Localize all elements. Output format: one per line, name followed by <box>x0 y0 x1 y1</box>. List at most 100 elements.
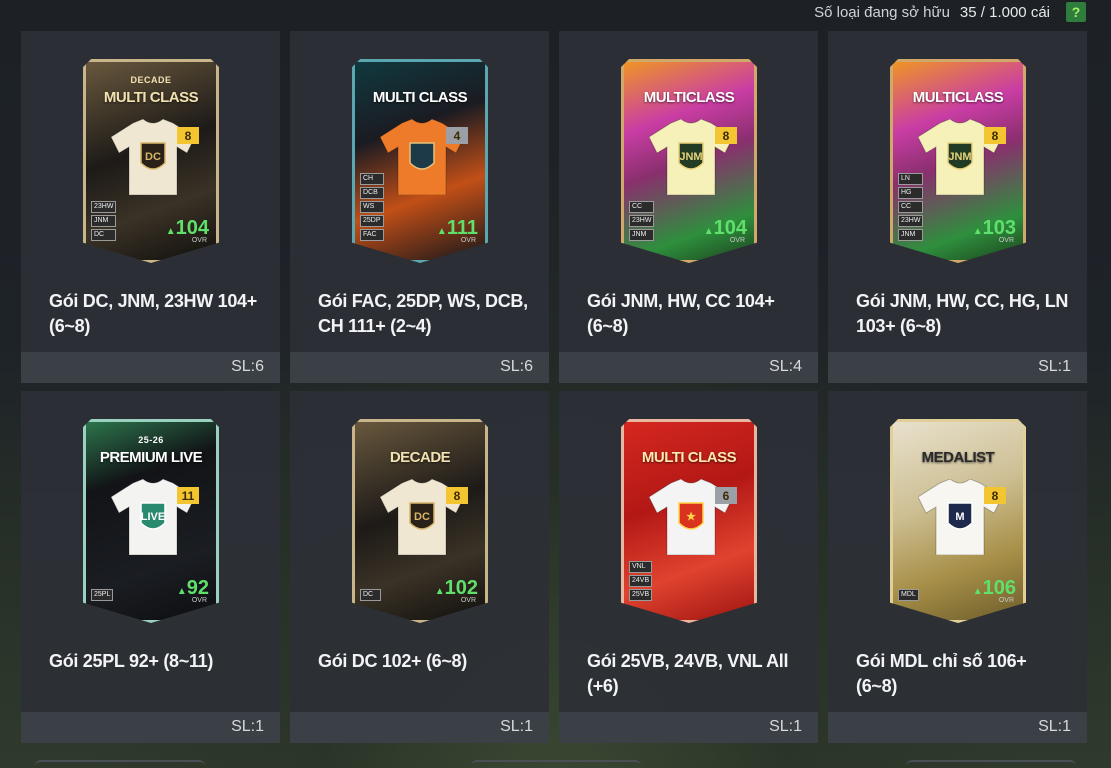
bottom-button-left[interactable] <box>35 760 205 768</box>
season-tag: DC <box>91 229 117 241</box>
ovr-label: OVR <box>191 237 207 244</box>
pack-card-image[interactable]: DECADE MULTI CLASS DC 8 23HW JNM DC ▲104 O… <box>83 59 219 263</box>
ovr-number: 104 <box>175 217 209 239</box>
bottom-button-middle[interactable] <box>470 760 641 768</box>
season-tag: 25DP <box>360 215 384 227</box>
grade-badge: 11 <box>177 487 199 504</box>
pack-tile[interactable]: MULTI CLASS ★ 6 VNL24VB25VB ▲ OVR Gói 25… <box>559 391 818 743</box>
season-tags: 25PL <box>91 589 114 601</box>
crest-label: ★ <box>686 511 696 523</box>
grade-badge: 4 <box>446 127 468 144</box>
pack-tile[interactable]: DECADE MULTI CLASS DC 8 23HW JNM DC ▲104 O… <box>21 31 280 383</box>
grade-badge: 6 <box>715 487 737 504</box>
pack-quantity: SL:1 <box>1038 718 1071 735</box>
ovr-label: OVR <box>460 237 476 244</box>
card-brand: MULTICLASS <box>643 89 735 106</box>
season-tags: LN HG CC 23HW JNM <box>898 173 924 241</box>
season-tag: JNM <box>898 229 924 241</box>
pack-tile[interactable]: 25-26 PREMIUM LIVE LIVE 11 25PL ▲92 OVR … <box>21 391 280 743</box>
pack-tile[interactable]: MULTICLASS JNM 8 LN HG CC 23HW JNM ▲103 OVR … <box>828 31 1087 383</box>
ovr-label: OVR <box>729 237 745 244</box>
ovr-number: 104 <box>713 217 747 239</box>
season-tag: 23HW <box>629 215 655 227</box>
season-tags: VNL 24VB 25VB <box>629 561 653 601</box>
crest-label: JNM <box>679 151 702 163</box>
season-tag: JNM <box>629 229 655 241</box>
pack-card-image[interactable]: MULTI CLASS 4 CH DCB WS 25DP FAC ▲111 OVR <box>352 59 488 263</box>
ovr-number: 92 <box>186 577 209 599</box>
crest-label: DC <box>414 511 430 523</box>
pack-card-image[interactable]: DECADE DC 8 DC ▲102 OVR <box>352 419 488 623</box>
pack-card-image[interactable]: MEDALIST M 8 MDL ▲106 OVR <box>890 419 1026 623</box>
ovr-label: OVR <box>998 597 1014 604</box>
pack-title: Gói JNM, HW, CC 104+ (6~8) <box>587 291 775 336</box>
ovr-label: OVR <box>191 597 207 604</box>
help-button[interactable]: ? <box>1066 2 1086 22</box>
ovr-label: OVR <box>460 597 476 604</box>
crest-label: DC <box>145 151 161 163</box>
card-brand-top: 25-26 <box>138 435 164 445</box>
pack-grid: DECADE MULTI CLASS DC 8 23HW JNM DC ▲104 O… <box>21 31 1087 743</box>
pack-title: Gói 25VB, 24VB, VNL All (+6) <box>587 651 789 696</box>
ovr-number: 103 <box>982 217 1016 239</box>
card-brand: MULTI CLASS <box>372 89 468 106</box>
season-tag: CC <box>629 201 655 213</box>
pack-card-image[interactable]: MULTICLASS JNM 8 LN HG CC 23HW JNM ▲103 OVR <box>890 59 1026 263</box>
grade-badge: 8 <box>715 127 737 144</box>
ovr-number: 111 <box>446 217 478 239</box>
ovr-number: 102 <box>444 577 478 599</box>
season-tag: LN <box>898 173 924 185</box>
pack-quantity: SL:6 <box>231 358 264 375</box>
pack-title: Gói DC, JNM, 23HW 104+ (6~8) <box>49 291 257 336</box>
pack-quantity: SL:1 <box>769 718 802 735</box>
season-tag: WS <box>360 201 384 213</box>
card-brand: PREMIUM LIVE <box>99 449 203 466</box>
pack-quantity: SL:4 <box>769 358 802 375</box>
season-tag: 25PL <box>91 589 114 601</box>
pack-tile[interactable]: MEDALIST M 8 MDL ▲106 OVR Gói MDL chỉ số… <box>828 391 1087 743</box>
grade-badge: 8 <box>984 487 1006 504</box>
season-tags: CC 23HW JNM <box>629 201 655 241</box>
card-brand: MEDALIST <box>921 449 995 466</box>
owned-count: 35 / 1.000 cái <box>959 3 1050 21</box>
season-tag: JNM <box>91 215 117 227</box>
pack-quantity: SL:6 <box>500 358 533 375</box>
card-brand: MULTI CLASS <box>103 89 199 106</box>
pack-card-image[interactable]: MULTICLASS JNM 8 CC 23HW JNM ▲104 OVR <box>621 59 757 263</box>
season-tag: MDL <box>898 589 919 601</box>
pack-title: Gói FAC, 25DP, WS, DCB, CH 111+ (2~4) <box>318 291 528 336</box>
season-tag: DC <box>360 589 381 601</box>
owned-label: Số loại đang sở hữu <box>814 3 950 21</box>
pack-title: Gói DC 102+ (6~8) <box>318 651 467 671</box>
pack-tile[interactable]: MULTI CLASS 4 CH DCB WS 25DP FAC ▲111 OVR Gó… <box>290 31 549 383</box>
pack-title: Gói 25PL 92+ (8~11) <box>49 651 214 671</box>
card-brand: MULTI CLASS <box>641 449 737 466</box>
card-brand: DECADE <box>389 449 451 466</box>
season-tag: CC <box>898 201 924 213</box>
ovr-number: 106 <box>982 577 1016 599</box>
season-tags: CH DCB WS 25DP FAC <box>360 173 384 241</box>
crest-label: LIVE <box>141 511 165 523</box>
pack-tile[interactable]: DECADE DC 8 DC ▲102 OVR Gói DC 102+ (6~8… <box>290 391 549 743</box>
pack-tile[interactable]: MULTICLASS JNM 8 CC 23HW JNM ▲104 OVR Gói … <box>559 31 818 383</box>
bottom-button-right[interactable] <box>906 760 1076 768</box>
pack-quantity: SL:1 <box>500 718 533 735</box>
pack-card-image[interactable]: MULTI CLASS ★ 6 VNL24VB25VB ▲ OVR <box>621 419 757 623</box>
pack-title: Gói MDL chỉ số 106+ (6~8) <box>856 651 1027 696</box>
season-tag: VNL <box>629 561 653 573</box>
season-tag: FAC <box>360 229 384 241</box>
season-tag: 24VB <box>629 575 653 587</box>
season-tag: 23HW <box>898 215 924 227</box>
season-tags: MDL <box>898 589 919 601</box>
pack-title: Gói JNM, HW, CC, HG, LN 103+ (6~8) <box>856 291 1069 336</box>
season-tag: 23HW <box>91 201 117 213</box>
season-tag: HG <box>898 187 924 199</box>
card-brand-top: DECADE <box>130 75 172 85</box>
card-brand: MULTICLASS <box>912 89 1004 106</box>
owned-summary: Số loại đang sở hữu 35 / 1.000 cái ? <box>814 2 1086 22</box>
pack-quantity: SL:1 <box>231 718 264 735</box>
ovr-label: OVR <box>998 237 1014 244</box>
pack-card-image[interactable]: 25-26 PREMIUM LIVE LIVE 11 25PL ▲92 OVR <box>83 419 219 623</box>
grade-badge: 8 <box>177 127 199 144</box>
grade-badge: 8 <box>984 127 1006 144</box>
